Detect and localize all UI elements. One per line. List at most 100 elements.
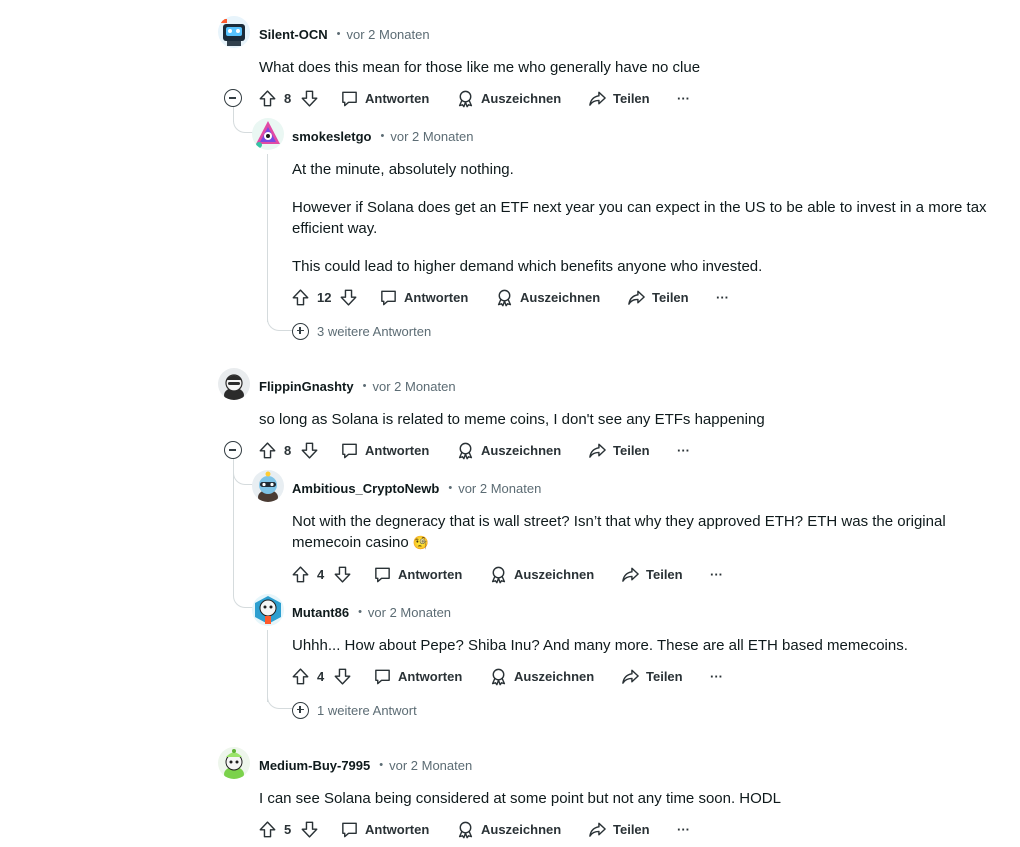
more-replies-button[interactable]: 1 weitere Antwort [292, 700, 417, 720]
comment-text: What does this mean for those like me wh… [259, 59, 701, 76]
collapse-thread-button[interactable] [224, 89, 242, 107]
avatar[interactable] [252, 118, 284, 150]
downvote-button[interactable] [333, 666, 352, 686]
timestamp[interactable]: vor 2 Monaten [389, 758, 472, 773]
timestamp[interactable]: vor 2 Monaten [346, 27, 429, 42]
comment-icon [373, 667, 392, 686]
author-name[interactable]: Medium-Buy-7995 [259, 758, 370, 773]
author-name[interactable]: Ambitious_CryptoNewb [292, 481, 439, 496]
more-replies-label: 1 weitere Antwort [317, 702, 417, 718]
timestamp[interactable]: vor 2 Monaten [390, 129, 473, 144]
upvote-button[interactable] [258, 440, 277, 460]
award-label: Auszeichnen [520, 289, 601, 305]
upvote-button[interactable] [258, 819, 277, 839]
comment-icon [373, 565, 392, 584]
timestamp[interactable]: vor 2 Monaten [372, 379, 455, 394]
share-icon [621, 667, 640, 686]
share-label: Teilen [646, 566, 683, 582]
upvote-button[interactable] [258, 88, 277, 108]
comment-icon [340, 820, 359, 839]
more-options-button[interactable]: ··· [677, 819, 690, 839]
reply-button[interactable]: Antworten [340, 88, 429, 108]
reply-button[interactable]: Antworten [373, 666, 462, 686]
award-icon [495, 288, 514, 307]
upvote-icon [291, 667, 310, 686]
share-label: Teilen [652, 289, 689, 305]
award-button[interactable]: Auszeichnen [489, 564, 594, 584]
award-label: Auszeichnen [514, 668, 595, 684]
comment-actions: 8 Antworten Auszeichnen Teilen ··· [258, 440, 718, 460]
author-name[interactable]: FlippinGnashty [259, 379, 354, 394]
comment-text: This could lead to higher demand which b… [292, 258, 763, 275]
author-name[interactable]: smokesletgo [292, 129, 371, 144]
share-button[interactable]: Teilen [588, 440, 650, 460]
comment-text: Not with the degneracy that is wall stre… [292, 511, 992, 553]
more-replies-button[interactable]: 3 weitere Antworten [292, 321, 431, 341]
separator-dot: • [379, 759, 384, 771]
share-icon [588, 441, 607, 460]
vote-count: 5 [284, 821, 292, 837]
share-label: Teilen [613, 90, 650, 106]
avatar[interactable] [252, 594, 284, 626]
upvote-icon [258, 441, 277, 460]
more-options-button[interactable]: ··· [677, 440, 690, 460]
more-options-button[interactable]: ··· [710, 666, 723, 686]
timestamp[interactable]: vor 2 Monaten [458, 481, 541, 496]
award-button[interactable]: Auszeichnen [456, 440, 561, 460]
downvote-button[interactable] [333, 564, 352, 584]
share-button[interactable]: Teilen [621, 666, 683, 686]
upvote-button[interactable] [291, 564, 310, 584]
award-button[interactable]: Auszeichnen [456, 88, 561, 108]
share-label: Teilen [613, 821, 650, 837]
more-options-button[interactable]: ··· [710, 564, 723, 584]
reply-button[interactable]: Antworten [340, 819, 429, 839]
reply-button[interactable]: Antworten [373, 564, 462, 584]
author-name[interactable]: Mutant86 [292, 605, 349, 620]
comment-icon [340, 89, 359, 108]
thread-line [267, 630, 268, 702]
share-label: Teilen [646, 668, 683, 684]
award-icon [489, 667, 508, 686]
share-icon [588, 89, 607, 108]
downvote-button[interactable] [300, 440, 319, 460]
share-button[interactable]: Teilen [588, 88, 650, 108]
comment-meta: smokesletgo • vor 2 Monaten [292, 126, 473, 146]
reply-button[interactable]: Antworten [340, 440, 429, 460]
share-icon [588, 820, 607, 839]
share-button[interactable]: Teilen [627, 287, 689, 307]
reply-label: Antworten [365, 442, 430, 458]
avatar[interactable] [218, 368, 250, 400]
downvote-button[interactable] [300, 819, 319, 839]
reply-button[interactable]: Antworten [379, 287, 468, 307]
upvote-icon [291, 565, 310, 584]
upvote-button[interactable] [291, 666, 310, 686]
more-options-button[interactable]: ··· [716, 287, 729, 307]
downvote-button[interactable] [300, 88, 319, 108]
share-button[interactable]: Teilen [621, 564, 683, 584]
downvote-button[interactable] [339, 287, 358, 307]
author-name[interactable]: Silent-OCN [259, 27, 328, 42]
award-button[interactable]: Auszeichnen [456, 819, 561, 839]
more-options-button[interactable]: ··· [677, 88, 690, 108]
avatar[interactable] [218, 747, 250, 779]
more-replies-label: 3 weitere Antworten [317, 323, 432, 339]
upvote-button[interactable] [291, 287, 310, 307]
downvote-icon [333, 667, 352, 686]
thread-connector [233, 470, 253, 485]
award-label: Auszeichnen [514, 566, 595, 582]
comment-text: I can see Solana being considered at som… [259, 790, 781, 807]
award-button[interactable]: Auszeichnen [495, 287, 600, 307]
avatar[interactable] [252, 470, 284, 502]
downvote-icon [339, 288, 358, 307]
timestamp[interactable]: vor 2 Monaten [368, 605, 451, 620]
award-button[interactable]: Auszeichnen [489, 666, 594, 686]
avatar[interactable] [218, 16, 250, 48]
separator-dot: • [358, 606, 362, 618]
reply-label: Antworten [365, 821, 430, 837]
comment-text: Uhhh... How about Pepe? Shiba Inu? And m… [292, 637, 908, 654]
expand-icon [292, 701, 309, 719]
comment-text-content: Not with the degneracy that is wall stre… [292, 513, 946, 551]
collapse-thread-button[interactable] [224, 441, 242, 459]
share-label: Teilen [613, 442, 650, 458]
share-button[interactable]: Teilen [588, 819, 650, 839]
